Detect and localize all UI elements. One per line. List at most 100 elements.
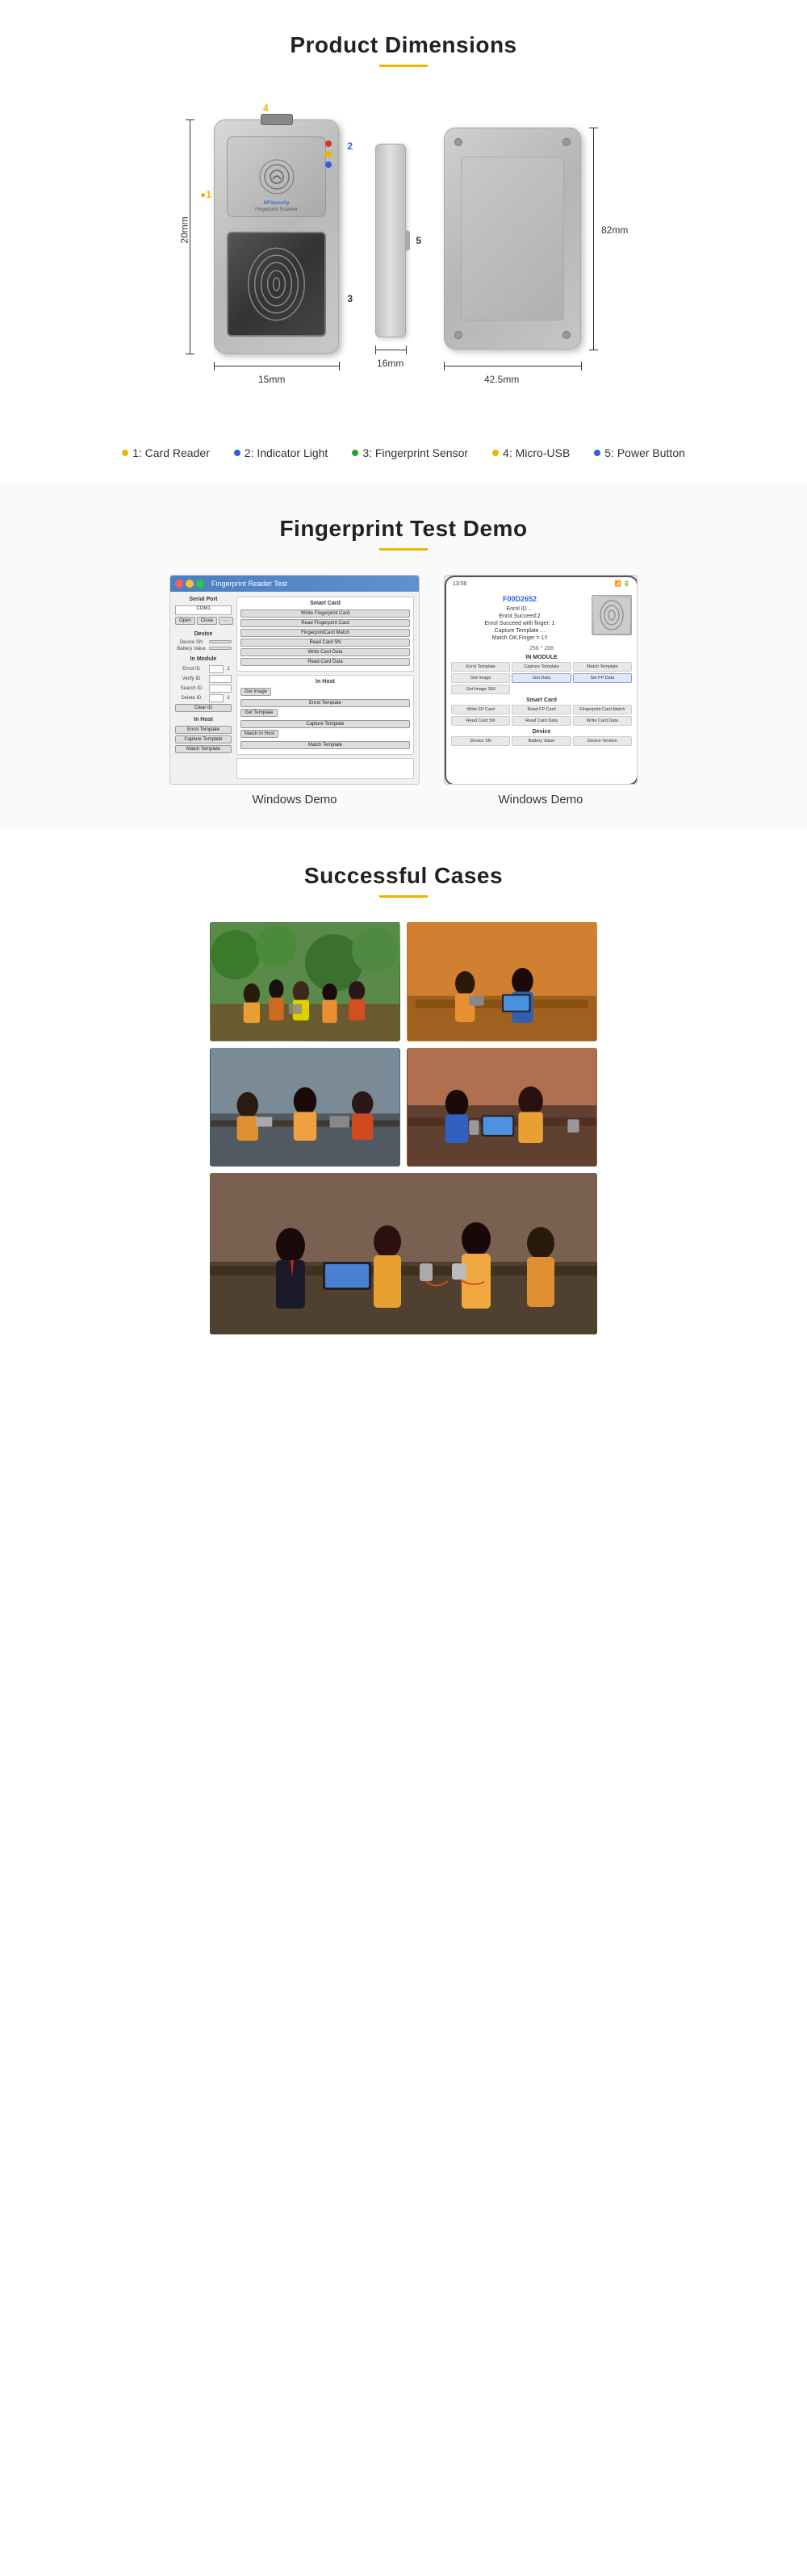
enrol-id-input[interactable] — [209, 665, 224, 673]
dim-label-15mm: 15mm — [258, 374, 285, 385]
brand-logo: HFSecurity — [264, 201, 290, 206]
status-enrol-id: Enrol ID ... — [451, 606, 588, 612]
serial-port-label: Serial Port — [175, 597, 232, 602]
status-match: Match OK;Finger = 1!! — [451, 635, 588, 641]
mb-set-fp-data[interactable]: Set FP Data — [573, 673, 632, 683]
case-photo-2 — [407, 922, 597, 1041]
smart-card-title: Smart Card — [240, 601, 410, 606]
device-sn-btn[interactable] — [209, 640, 232, 643]
mb-get-data[interactable]: Get Data — [512, 673, 571, 683]
match-in-host-btn[interactable]: Match In Host — [240, 730, 278, 738]
case-photo-3 — [210, 1048, 400, 1167]
screenshot-windows-1: Fingerprint Reader Test Serial Port COM1… — [169, 575, 420, 785]
dot-usb — [492, 450, 499, 456]
mb-write-fp-card[interactable]: Write FP Card — [451, 705, 510, 714]
win-max-btn[interactable] — [196, 580, 204, 588]
log-output — [236, 758, 414, 779]
label-power-button: 5: Power Button — [604, 446, 685, 459]
win-left-panel: Serial Port COM1 Open Close ···· Device … — [175, 597, 232, 779]
mobile-size: 256 * 288 — [451, 646, 632, 651]
open-button[interactable]: Open — [175, 617, 195, 625]
dim-label-20mm: 20mm — [179, 216, 190, 243]
match-template-host[interactable]: Match Template — [240, 741, 410, 749]
mb-battery-value[interactable]: Battery Value — [512, 736, 571, 746]
device-title-m: Device — [451, 729, 632, 735]
mb-get-image[interactable]: Get Image — [451, 673, 510, 683]
search-id-label: Search ID — [175, 686, 207, 691]
mb-enrol-template[interactable]: Enrol Template — [451, 662, 510, 672]
dim-tick-15-right — [339, 362, 340, 371]
close-button[interactable]: Close — [197, 617, 217, 625]
mb-read-card-data[interactable]: Read Card Data — [512, 716, 571, 726]
enrol-template-host[interactable]: Enrol Template — [240, 699, 410, 707]
sc-btn-grid: Write FP Card Read FP Card Fingerprint C… — [451, 705, 632, 726]
mobile-icons: 📶 🔋 — [615, 580, 630, 587]
dot-power — [594, 450, 600, 456]
write-card-data[interactable]: Write Card Data — [240, 648, 410, 656]
battery-btn[interactable] — [209, 647, 232, 650]
dim-tick-425-right — [581, 362, 582, 371]
label-5: 5 — [416, 235, 421, 246]
dim-line-15mm — [214, 366, 339, 367]
match-template-btn[interactable]: Match Template — [175, 745, 232, 753]
enrol-template-btn[interactable]: Enrol Template — [175, 726, 232, 734]
label-indicator: 2: Indicator Light — [245, 446, 328, 459]
fp-card-match[interactable]: FingerprintCard Match — [240, 629, 410, 637]
demo-mobile: 13:50 📶 🔋 F00D2652 Enrol ID ... Enrol Su… — [444, 575, 638, 806]
serial-port-select[interactable]: COM1 — [175, 605, 232, 615]
read-card-sn[interactable]: Read Card SN — [240, 639, 410, 647]
back-panel — [461, 157, 564, 320]
device-sn-row: Device SN — [175, 640, 232, 645]
search-id-input[interactable] — [209, 685, 232, 693]
mobile-status-bar: 13:50 📶 🔋 — [446, 577, 637, 590]
win-min-btn[interactable] — [186, 580, 194, 588]
screenshot-mobile: 13:50 📶 🔋 F00D2652 Enrol ID ... Enrol Su… — [444, 575, 638, 785]
dim-tick-15-left — [214, 362, 215, 371]
get-template-btn[interactable]: Get Template — [240, 709, 278, 717]
screw-tr — [562, 138, 571, 146]
capture-template-host[interactable]: Capture Template — [240, 720, 410, 728]
mb-match-template[interactable]: Match Template — [573, 662, 632, 672]
device-btn-grid: Device SN Battery Value Device Version — [451, 736, 632, 746]
dim-label-425mm: 42.5mm — [484, 374, 519, 385]
clear-id-btn[interactable]: Clear ID — [175, 704, 232, 712]
in-host-label: In Host — [175, 717, 232, 723]
demo-title: Fingerprint Test Demo — [16, 516, 791, 542]
screw-bl — [454, 331, 462, 339]
read-card-data[interactable]: Read Card Data — [240, 658, 410, 666]
battery-label: Battery Value — [175, 647, 207, 651]
get-template-row: Get Template — [240, 709, 410, 718]
nfc-icon — [257, 157, 297, 197]
indicator-blue — [325, 161, 332, 168]
win-close-btn[interactable] — [175, 580, 183, 588]
cases-underline — [379, 895, 428, 898]
mb-read-card-sn[interactable]: Read Card SN — [451, 716, 510, 726]
mb-write-card-data[interactable]: Write Card Data — [573, 716, 632, 726]
win-body: Serial Port COM1 Open Close ···· Device … — [170, 592, 419, 784]
label-2: 2 — [347, 140, 353, 152]
mb-get-image-360[interactable]: Get Image 360 — [451, 685, 510, 694]
verify-id-input[interactable] — [209, 675, 232, 683]
dim-line-425mm — [444, 366, 581, 367]
delete-id-input[interactable] — [209, 694, 224, 702]
photo-bg-2 — [407, 922, 597, 1041]
feature-card-reader: 1: Card Reader — [122, 446, 210, 459]
verify-id-row: Verify ID — [175, 675, 232, 683]
case-photo-1 — [210, 922, 400, 1041]
fingerprint-sensor-area — [227, 232, 326, 337]
get-image-btn[interactable]: Get Image — [240, 688, 271, 696]
module-btn-grid: Enrol Template Capture Template Match Te… — [451, 662, 632, 694]
mb-fp-card-match[interactable]: Fingerprint Card Match — [573, 705, 632, 714]
mb-read-fp-card[interactable]: Read FP Card — [512, 705, 571, 714]
device-sn-label: Device SN — [175, 640, 207, 645]
side-button — [405, 231, 410, 251]
read-fp-card[interactable]: Read Fingerprint Card — [240, 619, 410, 627]
dot-indicator — [234, 450, 240, 456]
more-button[interactable]: ···· — [219, 617, 233, 625]
mb-device-version[interactable]: Device Version — [573, 736, 632, 746]
mb-capture-template[interactable]: Capture Template — [512, 662, 571, 672]
capture-template-btn[interactable]: Capture Template — [175, 735, 232, 743]
mb-device-sn[interactable]: Device SN — [451, 736, 510, 746]
label-1: ●1 — [200, 189, 211, 200]
write-fp-card[interactable]: Wirite Fingerprint Card — [240, 609, 410, 618]
